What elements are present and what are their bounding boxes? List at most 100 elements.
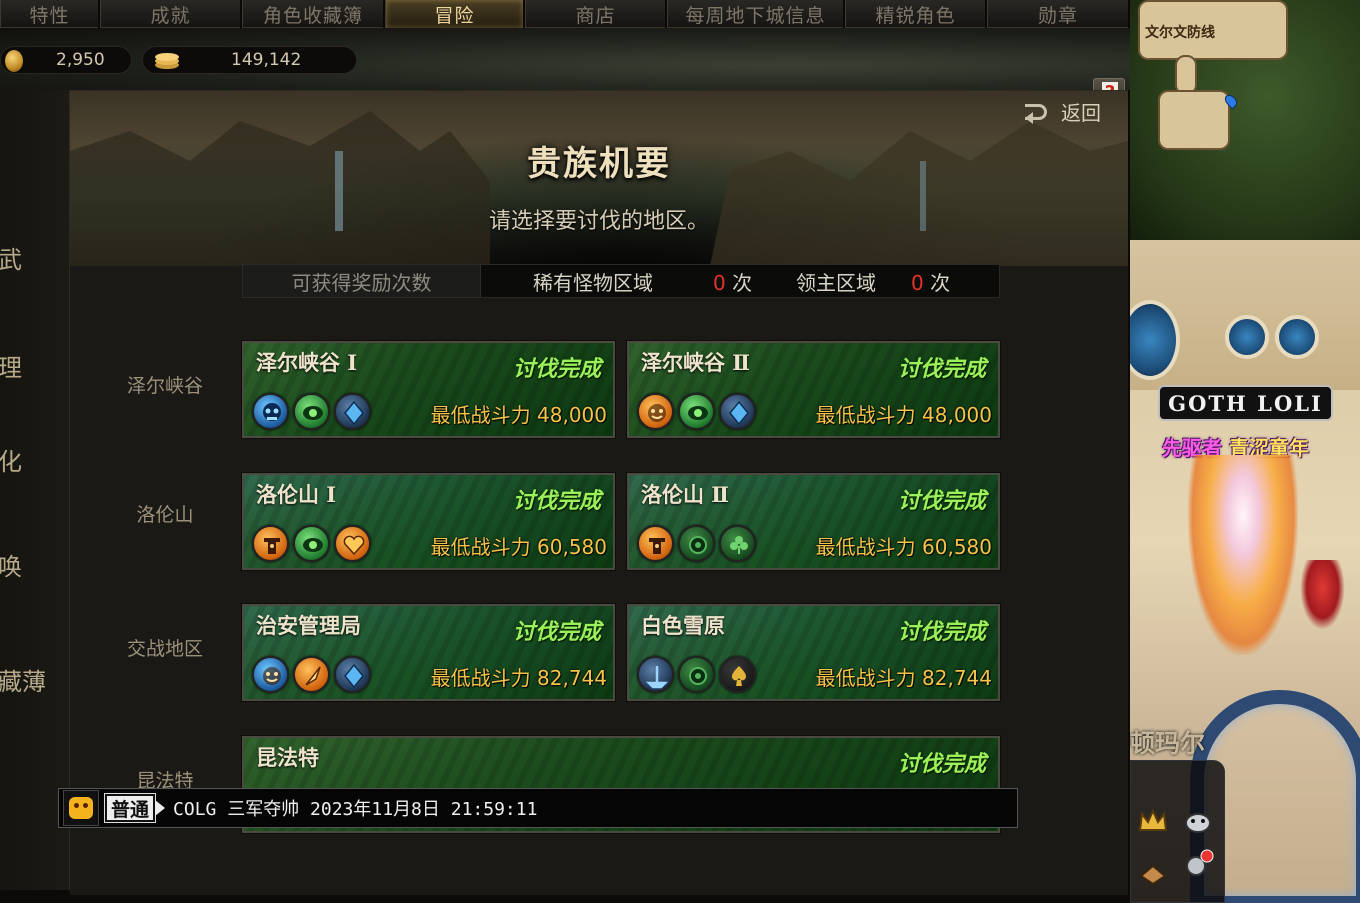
ship-icon — [637, 656, 674, 693]
monster-icons — [637, 656, 756, 693]
left-menu-item-1[interactable]: 武 — [0, 240, 22, 275]
monster-icon[interactable] — [1181, 806, 1215, 836]
stack-pill: 149,142 — [142, 46, 357, 74]
gold-coin-icon — [5, 50, 23, 72]
face-icon — [252, 656, 289, 693]
left-menu-item-2[interactable]: 理 — [0, 348, 22, 383]
town-sign: 顿玛尔 — [1130, 729, 1206, 758]
min-power: 最低战斗力 82,744 — [815, 666, 992, 690]
completion-status: 讨伐完成 — [512, 356, 601, 382]
spade-icon — [719, 656, 756, 693]
face-icon — [637, 393, 674, 430]
left-menu-item-3[interactable]: 化 — [0, 442, 22, 477]
tab-5[interactable]: 商店 — [525, 0, 667, 28]
monster-icons — [637, 525, 756, 562]
area-card[interactable]: 白色雪原 讨伐完成最低战斗力 82,744 — [626, 603, 1001, 702]
noble-secret-panel: 返回 贵族机要 请选择要讨伐的地区。 可获得奖励次数 稀有怪物区域 0 次 领主… — [70, 90, 1128, 895]
region-label: 泽尔峡谷 — [126, 375, 203, 397]
back-label: 返回 — [1061, 101, 1101, 125]
coin-stack-icon — [155, 53, 179, 69]
monster-icons — [252, 656, 371, 693]
area-name: 泽尔峡谷 Ⅰ — [256, 350, 358, 375]
area-name: 洛伦山 Ⅰ — [256, 482, 337, 507]
top-tab-bar: 特性 成就 角色收藏簿 冒险 商店 每周地下城信息 精锐角色 勋章 — [0, 0, 1130, 28]
arched-window — [1130, 300, 1180, 380]
area-card[interactable]: 泽尔峡谷 Ⅱ 讨伐完成最低战斗力 48,000 — [626, 340, 1001, 439]
skull-icon — [252, 393, 289, 430]
min-power: 最低战斗力 48,000 — [430, 403, 607, 427]
boss-area-count: 0 次 — [911, 270, 951, 295]
book-icon[interactable] — [1136, 856, 1170, 886]
gear-icon — [678, 525, 715, 562]
area-name: 泽尔峡谷 Ⅱ — [641, 350, 751, 375]
chat-bar[interactable]: 普通 COLG 三军夺帅 2023年11月8日 21:59:11 — [58, 788, 1018, 828]
channel-arrow-icon — [155, 800, 166, 816]
diamond-icon — [334, 656, 371, 693]
tab-6[interactable]: 每周地下城信息 — [667, 0, 845, 28]
tab-2[interactable]: 成就 — [100, 0, 242, 28]
completion-status: 讨伐完成 — [897, 751, 986, 777]
area-name: 昆法特 — [256, 745, 319, 770]
area-name: 洛伦山 Ⅱ — [641, 482, 730, 507]
round-window — [1275, 315, 1319, 359]
quick-panel — [1130, 760, 1225, 903]
minimap[interactable]: 文尔文防线 — [1130, 0, 1360, 240]
diamond-icon — [719, 393, 756, 430]
area-name: 白色雪原 — [641, 613, 725, 638]
area-card[interactable]: 治安管理局 讨伐完成 最低战斗力 82,744 — [241, 603, 616, 702]
eye-icon — [293, 525, 330, 562]
feather-icon — [293, 656, 330, 693]
pet-character — [1300, 560, 1345, 630]
min-power: 最低战斗力 60,580 — [430, 535, 607, 559]
chat-message: COLG 三军夺帅 2023年11月8日 21:59:11 — [173, 799, 538, 820]
diamond-icon — [334, 393, 371, 430]
minimap-corridor — [1175, 55, 1197, 95]
completion-status: 讨伐完成 — [512, 619, 601, 645]
reward-count-bar: 可获得奖励次数 稀有怪物区域 0 次 领主区域 0 次 — [242, 264, 1000, 298]
eye-icon — [293, 393, 330, 430]
completion-status: 讨伐完成 — [897, 619, 986, 645]
gold-amount: 2,950 — [56, 50, 105, 70]
return-arrow-icon — [1025, 103, 1047, 124]
tab-8[interactable]: 勋章 — [987, 0, 1130, 28]
boss-area-label: 领主区域 — [796, 270, 876, 295]
panel-subtitle: 请选择要讨伐的地区。 — [488, 209, 709, 234]
round-window — [1225, 315, 1269, 359]
area-card[interactable]: 洛伦山 Ⅱ 讨伐完成 最低战斗力 60,580 — [626, 472, 1001, 571]
gold-pill: 2,950 — [0, 46, 132, 74]
area-card[interactable]: 泽尔峡谷 Ⅰ 讨伐完成最低战斗力 48,000 — [241, 340, 616, 439]
tab-3[interactable]: 角色收藏簿 — [242, 0, 385, 28]
rare-area-label: 稀有怪物区域 — [533, 270, 653, 295]
region-label: 洛伦山 — [136, 504, 194, 526]
min-power: 最低战斗力 82,744 — [430, 666, 607, 690]
left-menu-item-4[interactable]: 唤 — [0, 547, 22, 582]
building-facade — [1130, 240, 1360, 390]
area-card[interactable]: 洛伦山 Ⅰ 讨伐完成最低战斗力 60,580 — [241, 472, 616, 571]
completion-status: 讨伐完成 — [512, 488, 601, 514]
left-menu-item-5[interactable]: 藏薄 — [0, 662, 46, 697]
currency-strip: 2,950 149,142 ? — [0, 28, 1130, 108]
panel-title: 贵族机要 — [527, 144, 671, 184]
tab-4[interactable]: 冒险 — [385, 0, 525, 28]
emoji-button[interactable] — [63, 790, 99, 826]
gear-alert-icon[interactable] — [1181, 849, 1215, 879]
minimap-label: 文尔文防线 — [1145, 25, 1215, 41]
minimap-area-2 — [1158, 90, 1230, 150]
tab-7[interactable]: 精锐角色 — [845, 0, 987, 28]
completion-status: 讨伐完成 — [897, 356, 986, 382]
game-world-view: 文尔文防线 GOTH LOLI 先驱者 青涩童年 顿玛尔 — [1130, 0, 1360, 903]
crown-icon[interactable] — [1136, 806, 1170, 836]
tab-1[interactable]: 特性 — [0, 0, 100, 28]
totem-icon — [252, 525, 289, 562]
eye-icon — [678, 393, 715, 430]
guild-tag: GOTH LOLI — [1158, 385, 1333, 421]
gear-icon — [678, 656, 715, 693]
left-side-menu: 武 理 化 唤 藏薄 — [0, 90, 70, 890]
min-power: 最低战斗力 48,000 — [815, 403, 992, 427]
reward-count-label: 可获得奖励次数 — [243, 265, 481, 297]
stack-amount: 149,142 — [231, 50, 302, 70]
chat-channel-tag[interactable]: 普通 — [103, 793, 157, 823]
totem-icon — [637, 525, 674, 562]
player-character[interactable] — [1188, 455, 1298, 655]
back-button[interactable]: 返回 — [1025, 97, 1101, 126]
